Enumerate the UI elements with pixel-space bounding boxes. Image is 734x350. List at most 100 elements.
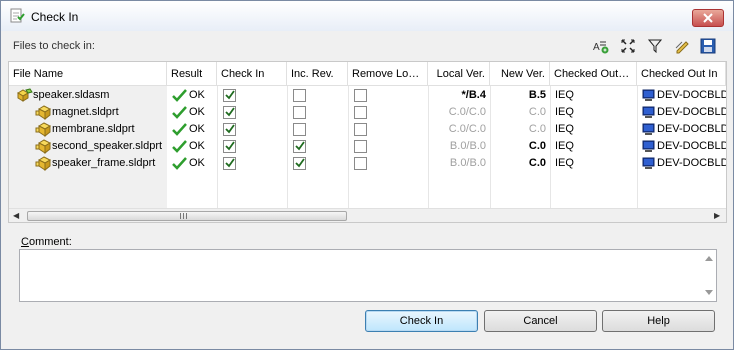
inc-rev-checkbox[interactable] <box>293 123 306 136</box>
part-icon <box>35 105 52 121</box>
column-header-checked-out-in[interactable]: Checked Out In <box>637 62 726 86</box>
files-table: File Name Result Check In Inc. Rev. Remo… <box>8 61 727 223</box>
remove-local-checkbox[interactable] <box>354 123 367 136</box>
local-version: C.0/C.0 <box>448 106 486 118</box>
column-header-file-name[interactable]: File Name <box>9 62 167 86</box>
remove-local-checkbox[interactable] <box>354 157 367 170</box>
check-in-checkbox[interactable] <box>223 157 236 170</box>
result-text: OK <box>189 123 205 135</box>
local-version: */B.4 <box>461 89 486 101</box>
file-name: speaker.sldasm <box>33 89 110 101</box>
checked-out-in-cell: DEV-DOCBLD3 <box>642 87 726 104</box>
file-name: magnet.sldprt <box>52 106 119 118</box>
scroll-up-icon[interactable] <box>705 256 713 261</box>
local-version: B.0/B.0 <box>449 140 486 152</box>
check-in-icon <box>10 8 25 23</box>
result-text: OK <box>189 106 205 118</box>
remove-local-checkbox[interactable] <box>354 89 367 102</box>
expand-icon <box>621 39 635 53</box>
checked-out-by: IEQ <box>555 140 574 152</box>
remove-local-checkbox[interactable] <box>354 140 367 153</box>
column-header-check-in[interactable]: Check In <box>217 62 287 86</box>
column-header-new-ver[interactable]: New Ver. <box>490 62 550 86</box>
column-header-inc-rev[interactable]: Inc. Rev. <box>287 62 348 86</box>
part-icon <box>35 139 52 155</box>
cancel-button[interactable]: Cancel <box>484 310 597 332</box>
result-cell: OK <box>172 87 217 104</box>
part-icon <box>35 122 52 138</box>
table-row[interactable]: speaker_frame.sldprt OK B.0/B.0 C.0 IEQ DEV-D… <box>9 155 726 172</box>
checked-out-in: DEV-DOCBLD3 <box>657 89 726 101</box>
result-cell: OK <box>172 138 217 155</box>
check-in-checkbox[interactable] <box>223 106 236 119</box>
checked-out-in: DEV-DOCBLD3 <box>657 106 726 118</box>
window-title: Check In <box>31 10 79 24</box>
check-in-checkbox[interactable] <box>223 123 236 136</box>
new-version: C.0 <box>528 106 546 118</box>
table-row[interactable]: membrane.sldprt OK C.0/C.0 C.0 IEQ DEV-DOCBLD… <box>9 121 726 138</box>
edit-tag-button[interactable] <box>672 37 692 55</box>
horizontal-scrollbar[interactable]: ◀ ▶ <box>9 208 726 222</box>
column-header-checked-out-by[interactable]: Checked Out… <box>550 62 637 86</box>
checked-out-by: IEQ <box>555 157 574 169</box>
inc-rev-checkbox[interactable] <box>293 89 306 102</box>
ok-check-icon <box>172 106 187 119</box>
checked-out-in-cell: DEV-DOCBLD3 <box>642 121 726 138</box>
checked-out-by: IEQ <box>555 89 574 101</box>
check-in-dialog: Check In Files to check in: A File Name … <box>0 0 734 350</box>
checked-out-in-cell: DEV-DOCBLD3 <box>642 138 726 155</box>
save-button[interactable] <box>698 37 718 55</box>
checked-out-in: DEV-DOCBLD3 <box>657 123 726 135</box>
label-button[interactable]: A <box>591 37 611 55</box>
inc-rev-checkbox[interactable] <box>293 106 306 119</box>
files-to-check-in-label: Files to check in: <box>13 40 95 52</box>
edit-tag-icon <box>675 41 689 54</box>
new-version: C.0 <box>528 157 546 169</box>
computer-icon <box>642 140 656 153</box>
new-version: C.0 <box>528 140 546 152</box>
check-in-checkbox[interactable] <box>223 140 236 153</box>
expand-button[interactable] <box>618 37 638 55</box>
filter-button[interactable] <box>645 37 665 55</box>
ok-check-icon <box>172 123 187 136</box>
scroll-right-icon[interactable]: ▶ <box>714 211 720 220</box>
new-version: B.5 <box>528 89 546 101</box>
comment-vertical-scrollbar[interactable] <box>702 250 716 301</box>
checked-out-in: DEV-DOCBLD3 <box>657 140 726 152</box>
horizontal-scroll-thumb[interactable] <box>27 211 347 221</box>
file-name: speaker_frame.sldprt <box>52 157 156 169</box>
table-row[interactable]: magnet.sldprt OK C.0/C.0 C.0 IEQ DEV-DOCBLD3 <box>9 104 726 121</box>
svg-text:A: A <box>593 42 600 53</box>
scroll-down-icon[interactable] <box>705 290 713 295</box>
check-in-button[interactable]: Check In <box>365 310 478 332</box>
ok-check-icon <box>172 89 187 102</box>
table-row[interactable]: speaker.sldasm OK */B.4 B.5 IEQ DEV-DOCBLD3 <box>9 87 726 104</box>
checked-out-in-cell: DEV-DOCBLD3 <box>642 104 726 121</box>
result-cell: OK <box>172 104 217 121</box>
computer-icon <box>642 157 656 170</box>
check-in-checkbox[interactable] <box>223 89 236 102</box>
filter-icon <box>648 39 662 53</box>
column-header-remove-local[interactable]: Remove Lo… <box>348 62 428 86</box>
column-header-result[interactable]: Result <box>167 62 217 86</box>
table-row[interactable]: second_speaker.sldprt OK B.0/B.0 C.0 IEQ DEV-… <box>9 138 726 155</box>
inc-rev-checkbox[interactable] <box>293 157 306 170</box>
comment-textarea[interactable] <box>19 249 717 302</box>
help-button[interactable]: Help <box>602 310 715 332</box>
local-version: C.0/C.0 <box>448 123 486 135</box>
remove-local-checkbox[interactable] <box>354 106 367 119</box>
inc-rev-checkbox[interactable] <box>293 140 306 153</box>
save-icon <box>700 38 716 54</box>
file-name: second_speaker.sldprt <box>52 140 163 152</box>
checked-out-in: DEV-DOCBLD3 <box>657 157 726 169</box>
result-cell: OK <box>172 155 217 172</box>
result-text: OK <box>189 140 205 152</box>
close-button[interactable] <box>692 9 724 27</box>
computer-icon <box>642 123 656 136</box>
result-cell: OK <box>172 121 217 138</box>
column-header-local-ver[interactable]: Local Ver. <box>428 62 490 86</box>
local-version: B.0/B.0 <box>449 157 486 169</box>
scroll-left-icon[interactable]: ◀ <box>13 211 19 220</box>
assembly-icon <box>16 88 33 103</box>
result-text: OK <box>189 89 205 101</box>
